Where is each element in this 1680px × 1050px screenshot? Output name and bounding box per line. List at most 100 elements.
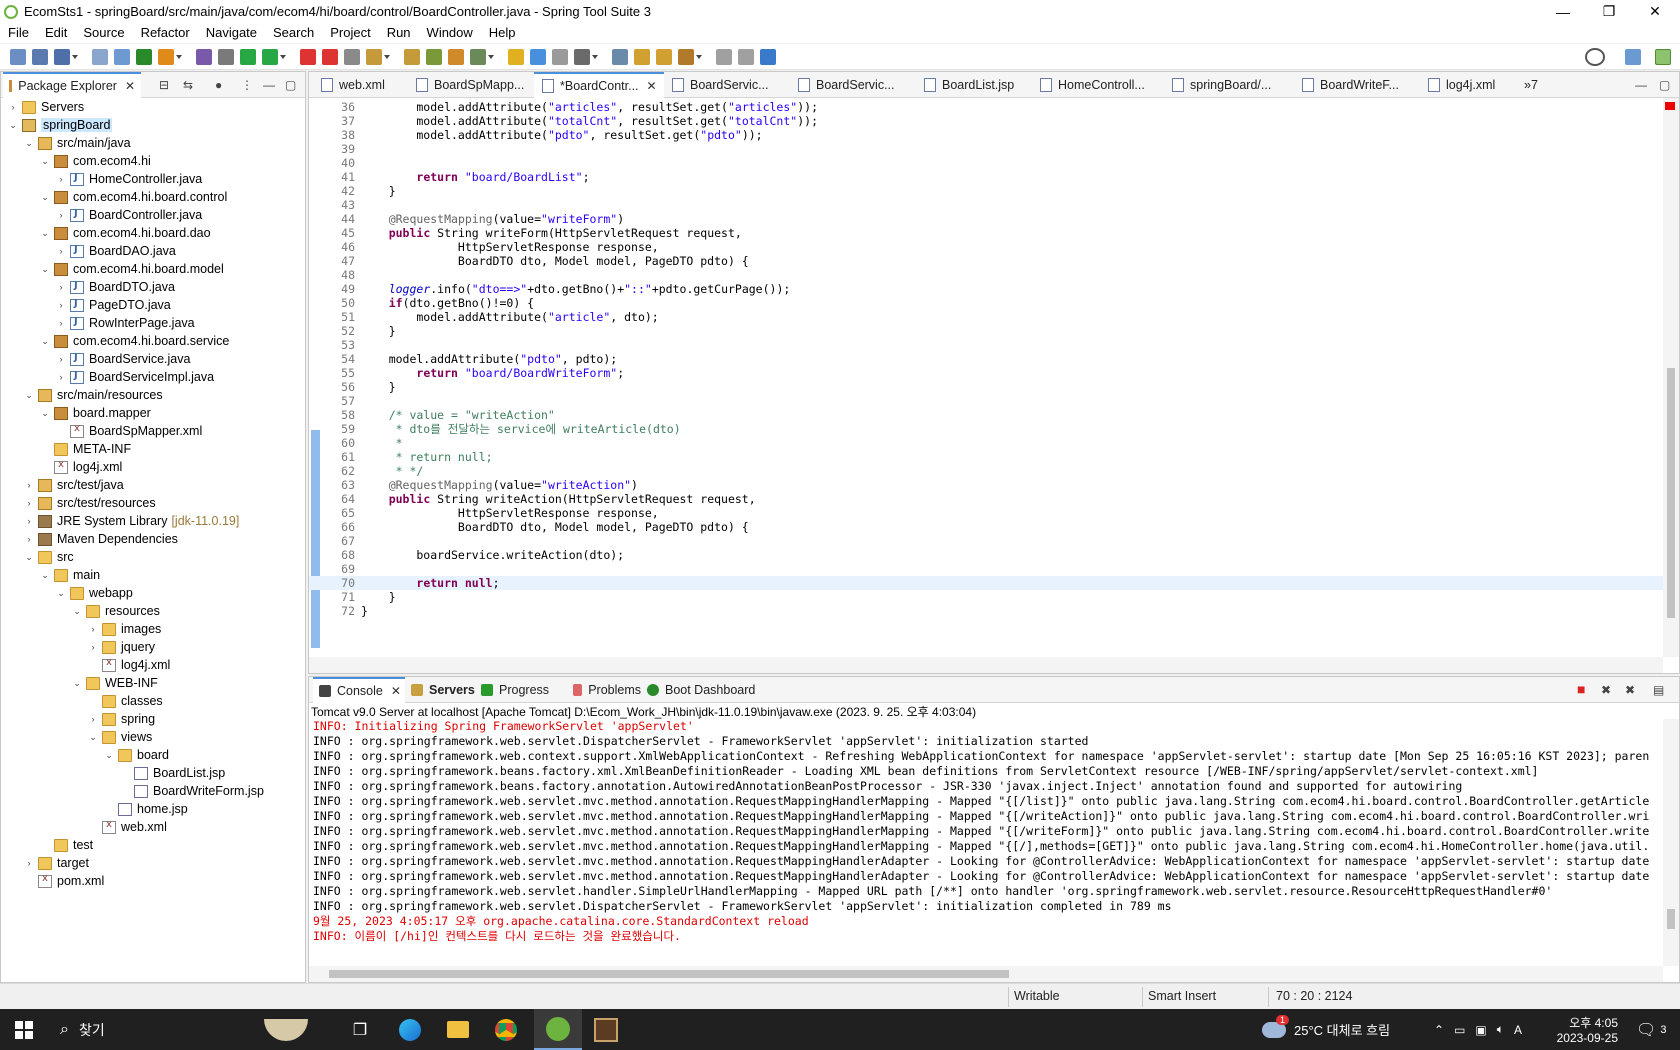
tree-item[interactable]: › BoardController.java xyxy=(55,206,203,224)
code-line[interactable]: 62 * */ xyxy=(309,464,1663,478)
tree-item[interactable]: log4j.xml xyxy=(39,458,122,476)
code-line[interactable]: 57 xyxy=(309,394,1663,408)
toolbar-button-icon[interactable] xyxy=(114,49,130,65)
tree-item[interactable]: classes xyxy=(87,692,163,710)
close-icon[interactable]: ✕ xyxy=(125,79,135,93)
code-line[interactable]: 70 return null; xyxy=(309,576,1663,590)
toolbar-button-icon[interactable] xyxy=(92,49,108,65)
code-line[interactable]: 59 * dto를 전달하는 service에 writeArticle(dto… xyxy=(309,422,1663,436)
chevron-down-icon[interactable]: ⌄ xyxy=(39,264,51,275)
edge-icon[interactable] xyxy=(386,1009,434,1050)
tree-item[interactable]: › PageDTO.java xyxy=(55,296,171,314)
chevron-down-icon[interactable]: ⌄ xyxy=(23,390,35,401)
menu-run[interactable]: Run xyxy=(379,23,419,43)
tree-item[interactable]: BoardList.jsp xyxy=(119,764,225,782)
tree-item[interactable]: › src/test/java xyxy=(23,476,124,494)
chevron-right-icon[interactable]: › xyxy=(55,282,67,292)
remove-all-launches-icon[interactable]: ✖ xyxy=(1625,683,1635,697)
clock[interactable]: 오후 4:05 2023-09-25 xyxy=(1554,1009,1618,1050)
tree-item[interactable]: › jquery xyxy=(87,638,156,656)
spring-tool-suite-taskbar-icon[interactable] xyxy=(534,1009,582,1050)
collapse-all-icon[interactable]: ⊟ xyxy=(159,78,169,92)
code-line[interactable]: 41 return "board/BoardList"; xyxy=(309,170,1663,184)
tree-item[interactable]: ⌄ com.ecom4.hi.board.control xyxy=(39,188,227,206)
code-line[interactable]: 60 * xyxy=(309,436,1663,450)
chevron-right-icon[interactable]: › xyxy=(55,318,67,328)
code-line[interactable]: 64 public String writeAction(HttpServlet… xyxy=(309,492,1663,506)
code-line[interactable]: 42 } xyxy=(309,184,1663,198)
toolbar-button-icon[interactable] xyxy=(678,49,702,65)
toolbar-button-icon[interactable] xyxy=(634,49,650,65)
toolbar-button-icon[interactable] xyxy=(760,49,776,65)
editor-vertical-scrollbar[interactable] xyxy=(1663,98,1679,657)
code-line[interactable]: 61 * return null; xyxy=(309,450,1663,464)
toolbar-button-icon[interactable] xyxy=(32,49,48,65)
menu-refactor[interactable]: Refactor xyxy=(133,23,198,43)
menu-navigate[interactable]: Navigate xyxy=(198,23,265,43)
tree-item[interactable]: ⌄ com.ecom4.hi.board.dao xyxy=(39,224,210,242)
network-icon[interactable]: ▭ xyxy=(1454,1023,1465,1037)
code-line[interactable]: 68 boardService.writeAction(dto); xyxy=(309,548,1663,562)
tree-item[interactable]: ⌄ WEB-INF xyxy=(71,674,158,692)
console-tab[interactable]: Console ✕ xyxy=(313,677,405,703)
editor-tab[interactable]: springBoard/... xyxy=(1164,72,1294,98)
code-line[interactable]: 52 } xyxy=(309,324,1663,338)
console-output[interactable]: INFO: Initializing Spring FrameworkServl… xyxy=(309,719,1663,966)
toolbar-button-icon[interactable] xyxy=(404,49,420,65)
link-with-editor-icon[interactable]: ⇆ xyxy=(183,78,193,92)
toolbar-button-icon[interactable] xyxy=(508,49,524,65)
toolbar-button-icon[interactable] xyxy=(10,49,26,65)
toolbar-button-icon[interactable] xyxy=(530,49,546,65)
remove-launch-icon[interactable]: ✖ xyxy=(1601,683,1611,697)
tree-item[interactable]: › BoardDAO.java xyxy=(55,242,176,260)
console-horizontal-scrollbar[interactable] xyxy=(309,966,1663,982)
code-line[interactable]: 49 logger.info("dto==>"+dto.getBno()+"::… xyxy=(309,282,1663,296)
chevron-down-icon[interactable]: ⌄ xyxy=(103,750,115,761)
file-explorer-icon[interactable] xyxy=(434,1009,482,1050)
code-line[interactable]: 48 xyxy=(309,268,1663,282)
tree-item[interactable]: BoardSpMapper.xml xyxy=(55,422,202,440)
chevron-right-icon[interactable]: › xyxy=(55,174,67,184)
minimize-editor-icon[interactable]: — xyxy=(1635,78,1647,92)
menu-help[interactable]: Help xyxy=(481,23,524,43)
chevron-right-icon[interactable]: › xyxy=(55,210,67,220)
code-line[interactable]: 66 BoardDTO dto, Model model, PageDTO pd… xyxy=(309,520,1663,534)
chevron-right-icon[interactable]: › xyxy=(23,516,35,526)
tree-item[interactable]: ⌄ board xyxy=(103,746,169,764)
tree-item[interactable]: META-INF xyxy=(39,440,131,458)
toolbar-button-icon[interactable] xyxy=(158,49,182,65)
code-line[interactable]: 45 public String writeForm(HttpServletRe… xyxy=(309,226,1663,240)
start-button[interactable] xyxy=(0,1009,48,1050)
code-line[interactable]: 44 @RequestMapping(value="writeForm") xyxy=(309,212,1663,226)
widget-food-icon[interactable] xyxy=(262,1009,310,1050)
menu-edit[interactable]: Edit xyxy=(37,23,75,43)
chrome-icon[interactable] xyxy=(482,1009,530,1050)
toolbar-button-icon[interactable] xyxy=(448,49,464,65)
code-line[interactable]: 40 xyxy=(309,156,1663,170)
toolbar-button-icon[interactable] xyxy=(322,49,338,65)
tree-item[interactable]: ⌄ webapp xyxy=(55,584,133,602)
chevron-right-icon[interactable]: › xyxy=(23,858,35,868)
code-line[interactable]: 69 xyxy=(309,562,1663,576)
editor-tab[interactable]: BoardList.jsp xyxy=(916,72,1032,98)
toolbar-button-icon[interactable] xyxy=(240,49,256,65)
console-tab[interactable]: Boot Dashboard xyxy=(641,677,757,703)
chevron-down-icon[interactable]: ⌄ xyxy=(23,138,35,149)
view-menu-icon[interactable]: ⋮ xyxy=(241,78,253,92)
chevron-down-icon[interactable]: ⌄ xyxy=(71,606,83,617)
toolbar-button-icon[interactable] xyxy=(300,49,316,65)
editor-tab[interactable]: *BoardContr... ✕ xyxy=(534,72,664,98)
code-line[interactable]: 53 xyxy=(309,338,1663,352)
toolbar-button-icon[interactable] xyxy=(738,49,754,65)
editor-tab[interactable]: BoardServic... xyxy=(664,72,790,98)
maximize-editor-icon[interactable]: ▢ xyxy=(1659,78,1670,92)
chevron-down-icon[interactable]: ⌄ xyxy=(39,570,51,581)
toolbar-button-icon[interactable] xyxy=(344,49,360,65)
chevron-down-icon[interactable]: ⌄ xyxy=(39,156,51,167)
chevron-right-icon[interactable]: › xyxy=(87,714,99,724)
console-tab[interactable]: Problems xyxy=(567,677,641,703)
menu-window[interactable]: Window xyxy=(419,23,481,43)
code-line[interactable]: 37 model.addAttribute("totalCnt", result… xyxy=(309,114,1663,128)
tree-item[interactable]: › RowInterPage.java xyxy=(55,314,195,332)
editor-horizontal-scrollbar[interactable] xyxy=(309,657,1663,673)
